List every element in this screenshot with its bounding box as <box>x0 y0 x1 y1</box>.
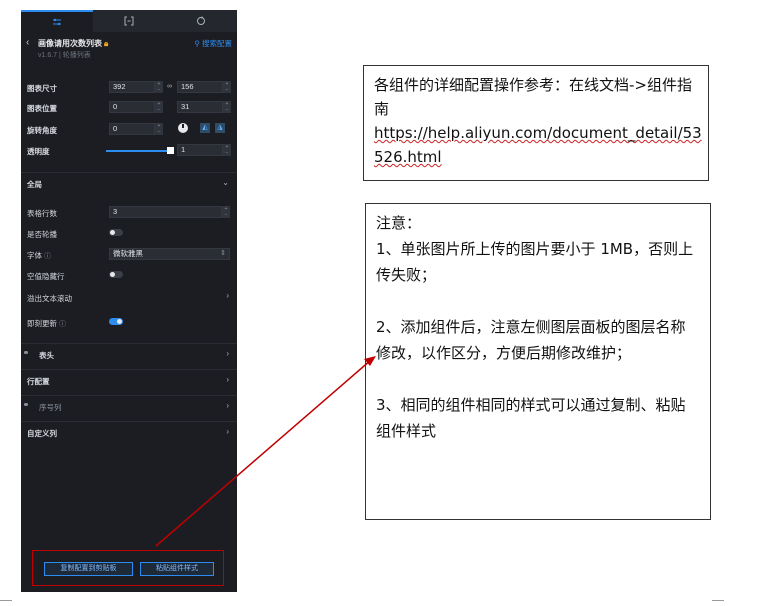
section-label: 表头 <box>39 351 54 360</box>
page-corner-mark <box>712 600 724 601</box>
rotate-input[interactable]: 0 <box>109 123 155 135</box>
lock-icon: 🔒︎ <box>104 39 109 48</box>
section-global[interactable]: 全局 ⌄ <box>21 172 237 193</box>
help-icon[interactable]: ⓘ <box>59 321 66 328</box>
hide-empty-label: 空值隐藏行 <box>27 272 65 281</box>
link-ratio-icon[interactable]: ∞ <box>167 83 172 90</box>
rows-stepper[interactable]: + − <box>222 206 230 218</box>
back-arrow-icon[interactable]: ‹ <box>26 37 29 48</box>
tab-data[interactable] <box>93 10 165 32</box>
font-label: 字体 ⓘ <box>27 251 51 260</box>
chevron-down-icon: ⌄ <box>222 178 229 187</box>
doc-url-line1[interactable]: https://help.aliyun.com/document_detail/… <box>374 124 702 142</box>
rotate-stepper[interactable]: + − <box>155 123 163 135</box>
note-item-1: 1、单张图片所上传的图片要小于 1MB，否则上传失败； <box>376 240 694 284</box>
hide-empty-toggle[interactable] <box>109 271 123 278</box>
sliders-icon <box>53 18 61 26</box>
pos-y-input[interactable]: 31 <box>177 101 223 113</box>
config-panel: ‹ 画像请用次数列表 🔒︎ ⚲ 搜索配置 v1.6.7 | 轮播列表 图表尺寸 3… <box>21 10 237 592</box>
rows-row: 表格行数 3 + − <box>21 206 237 220</box>
panel-header: ‹ 画像请用次数列表 🔒︎ ⚲ 搜索配置 v1.6.7 | 轮播列表 <box>21 32 237 68</box>
pos-x-input[interactable]: 0 <box>109 101 155 113</box>
hide-empty-row: 空值隐藏行 <box>21 269 237 283</box>
help-icon[interactable]: ⓘ <box>44 253 51 260</box>
flip-vertical-icon[interactable]: ◮ <box>215 123 225 133</box>
section-header[interactable]: 表头 › <box>21 343 237 364</box>
search-config-link[interactable]: ⚲ 搜索配置 <box>194 38 232 49</box>
font-select[interactable]: 微软雅黑 ⇕ <box>109 248 230 260</box>
opacity-row: 透明度 1 + − <box>21 144 237 158</box>
rotate-label: 旋转角度 <box>27 126 57 135</box>
height-input[interactable]: 156 <box>177 81 223 93</box>
font-row: 字体 ⓘ 微软雅黑 ⇕ <box>21 248 237 262</box>
refresh-icon <box>197 16 205 25</box>
opacity-slider[interactable] <box>106 150 168 152</box>
component-version: v1.6.7 | 轮播列表 <box>38 52 91 59</box>
select-arrows-icon: ⇕ <box>220 250 226 257</box>
instant-update-toggle[interactable] <box>109 318 123 325</box>
doc-reference-text: 各组件的详细配置操作参考：在线文档->组件指南 <box>374 76 692 118</box>
chevron-right-icon: › <box>226 401 229 410</box>
size-label: 图表尺寸 <box>27 84 57 93</box>
carousel-label: 是否轮播 <box>27 230 57 239</box>
doc-url-line2[interactable]: 526.html <box>374 148 442 166</box>
section-label: 行配置 <box>27 377 50 386</box>
opacity-slider-handle[interactable] <box>167 147 174 154</box>
copy-config-button[interactable]: 复制配置到剪贴板 <box>44 562 133 576</box>
width-input[interactable]: 392 <box>109 81 155 93</box>
visibility-icon[interactable] <box>24 351 28 354</box>
chevron-right-icon: › <box>226 291 229 300</box>
section-row-config[interactable]: 行配置 › <box>21 369 237 390</box>
component-title: 画像请用次数列表 🔒︎ <box>38 39 109 48</box>
flip-horizontal-icon[interactable]: ◭ <box>200 123 210 133</box>
position-row: 图表位置 0 + − 31 + − <box>21 101 237 115</box>
doc-reference-note: 各组件的详细配置操作参考：在线文档->组件指南 https://help.ali… <box>363 65 709 181</box>
chevron-right-icon: › <box>226 349 229 358</box>
visibility-icon[interactable] <box>24 403 28 406</box>
global-label: 全局 <box>27 180 42 189</box>
chevron-right-icon: › <box>226 375 229 384</box>
position-label: 图表位置 <box>27 104 57 113</box>
section-label: 自定义列 <box>27 429 57 438</box>
attention-note: 注意： 1、单张图片所上传的图片要小于 1MB，否则上传失败； 2、添加组件后，… <box>365 203 711 520</box>
tab-interaction[interactable] <box>165 10 237 32</box>
paste-style-button[interactable]: 粘贴组件样式 <box>140 562 214 576</box>
opacity-input[interactable]: 1 <box>177 144 223 156</box>
opacity-stepper[interactable]: + − <box>223 144 231 156</box>
overflow-row[interactable]: 溢出文本滚动 › <box>21 291 237 305</box>
chevron-right-icon: › <box>226 427 229 436</box>
opacity-label: 透明度 <box>27 147 50 156</box>
size-row: 图表尺寸 392 + − ∞ 156 + − <box>21 81 237 95</box>
rows-input[interactable]: 3 <box>109 206 222 218</box>
note-item-2: 2、添加组件后，注意左侧图层面板的图层名称修改，以作区分，方便后期修改维护； <box>376 318 686 362</box>
rows-label: 表格行数 <box>27 209 57 218</box>
tab-style[interactable] <box>21 10 93 32</box>
section-label: 序号列 <box>39 403 62 412</box>
instant-update-label: 即刻更新 ⓘ <box>27 319 66 328</box>
pos-y-stepper[interactable]: + − <box>223 101 231 113</box>
width-stepper[interactable]: + − <box>155 81 163 93</box>
rotate-row: 旋转角度 0 + − ◭ ◮ <box>21 123 237 137</box>
overflow-label: 溢出文本滚动 <box>27 294 72 303</box>
carousel-row: 是否轮播 <box>21 227 237 241</box>
note-heading: 注意： <box>376 214 422 232</box>
panel-tabs <box>21 10 237 32</box>
instant-update-row: 即刻更新 ⓘ <box>21 316 237 330</box>
note-item-3: 3、相同的组件相同的样式可以通过复制、粘贴组件样式 <box>376 396 686 440</box>
rotate-dial-icon[interactable] <box>178 123 188 133</box>
pos-x-stepper[interactable]: + − <box>155 101 163 113</box>
page-corner-mark <box>0 600 12 601</box>
height-stepper[interactable]: + − <box>223 81 231 93</box>
brackets-icon <box>124 16 134 26</box>
section-index-column[interactable]: 序号列 › <box>21 395 237 416</box>
section-custom-column[interactable]: 自定义列 › <box>21 421 237 442</box>
carousel-toggle[interactable] <box>109 229 123 236</box>
